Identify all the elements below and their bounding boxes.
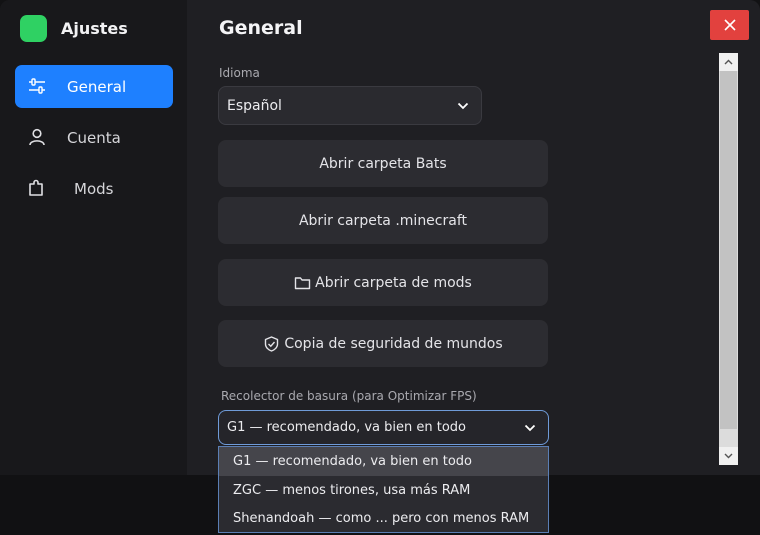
button-label: Abrir carpeta de mods [315, 274, 472, 291]
backup-worlds-button[interactable]: Copia de seguridad de mundos [218, 320, 548, 367]
sidebar-item-mods[interactable]: Mods [15, 167, 173, 210]
shield-check-icon [265, 335, 279, 352]
app-title: Ajustes [61, 18, 128, 38]
settings-window: Ajustes General Cuenta Mods General Idio… [0, 0, 760, 475]
gc-label: Recolector de basura (para Optimizar FPS… [221, 389, 477, 403]
sidebar-item-label: Cuenta [67, 128, 121, 147]
button-label: Abrir carpeta .minecraft [298, 212, 468, 229]
gc-select-value: G1 — recomendado, va bien en todo [227, 420, 467, 435]
sidebar-item-account[interactable]: Cuenta [15, 116, 173, 159]
open-minecraft-folder-button[interactable]: Abrir carpeta .minecraft [218, 197, 548, 244]
chevron-down-icon [524, 424, 536, 431]
scroll-up-button[interactable] [719, 53, 738, 71]
language-label: Idioma [219, 66, 260, 80]
page-title: General [219, 17, 303, 39]
app-logo-icon [20, 14, 47, 42]
open-bats-folder-button[interactable]: Abrir carpeta Bats [218, 140, 548, 187]
language-select-value: Español [227, 97, 282, 114]
sliders-icon [29, 78, 45, 94]
vertical-scrollbar[interactable] [719, 53, 738, 465]
gc-dropdown-list: G1 — recomendado, va bien en todo ZGC — … [218, 446, 549, 533]
open-mods-folder-button[interactable]: Abrir carpeta de mods [218, 259, 548, 306]
button-label: Abrir carpeta Bats [319, 155, 447, 172]
puzzle-icon [29, 179, 43, 196]
user-icon [29, 128, 45, 146]
button-label: Copia de seguridad de mundos [284, 335, 503, 352]
sidebar-item-label: Mods [74, 179, 114, 198]
gc-option-shenandoah[interactable]: Shenandoah — como ... pero con menos RAM [219, 504, 548, 533]
gc-option-g1[interactable]: G1 — recomendado, va bien en todo [219, 447, 548, 476]
close-icon [723, 19, 736, 31]
folder-icon [294, 276, 311, 289]
scroll-down-button[interactable] [719, 447, 738, 465]
sidebar: Ajustes General Cuenta Mods [0, 0, 187, 475]
chevron-up-icon [724, 59, 733, 65]
chevron-down-icon [724, 453, 733, 459]
sidebar-item-general[interactable]: General [15, 65, 173, 108]
close-button[interactable] [710, 10, 749, 40]
language-select[interactable]: Español [218, 86, 482, 125]
chevron-down-icon [457, 102, 469, 109]
sidebar-item-label: General [67, 77, 127, 96]
gc-select[interactable]: G1 — recomendado, va bien en todo [218, 410, 549, 445]
app-header: Ajustes [20, 14, 128, 42]
scroll-thumb[interactable] [720, 71, 737, 429]
gc-option-zgc[interactable]: ZGC — menos tirones, usa más RAM [219, 476, 548, 505]
